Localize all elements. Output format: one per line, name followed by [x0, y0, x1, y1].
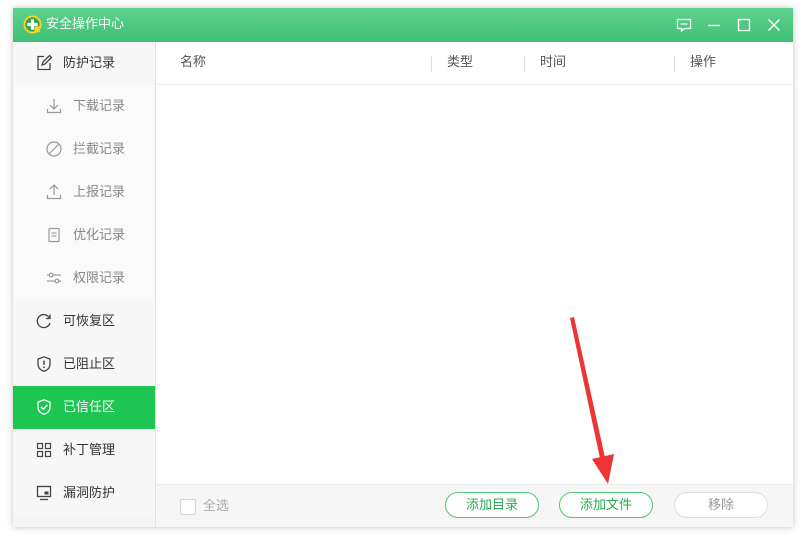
document-icon	[48, 227, 60, 243]
window-title: 安全操作中心	[46, 17, 125, 32]
close-icon[interactable]	[765, 16, 783, 34]
sidebar-item-label: 下载记录	[73, 99, 126, 114]
security-center-window: 安全操作中心 防护记录 下载记录 拦截记录 上报记录 优化记录 权限记录 可恢复…	[13, 8, 793, 527]
sidebar-item-vulnerability-protection[interactable]: 漏洞防护	[13, 472, 155, 515]
column-divider	[431, 56, 432, 72]
download-icon	[46, 99, 62, 114]
add-file-button[interactable]: 添加文件	[559, 492, 653, 518]
trusted-zone-panel: 名称 类型 时间 操作 全选 添加目录 添加文件 移除	[156, 42, 793, 527]
sliders-icon	[47, 272, 61, 284]
sidebar-item-label: 漏洞防护	[63, 486, 116, 501]
feedback-icon[interactable]	[675, 16, 693, 34]
sidebar-item-label: 上报记录	[73, 185, 126, 200]
sidebar-item-protection-records[interactable]: 防护记录	[13, 42, 155, 85]
sidebar-item-label: 防护记录	[63, 56, 116, 71]
table-header: 名称 类型 时间 操作	[156, 42, 793, 85]
select-all-checkbox[interactable]	[180, 499, 196, 515]
edit-icon	[37, 54, 53, 71]
app-logo-icon	[23, 15, 42, 34]
sidebar-item-label: 已信任区	[63, 400, 116, 415]
shield-alert-icon	[37, 356, 51, 372]
shield-check-icon	[37, 399, 51, 415]
grid-icon	[36, 442, 52, 458]
sidebar-item-optimize-records[interactable]: 优化记录	[13, 214, 155, 257]
maximize-icon[interactable]	[735, 16, 753, 34]
column-divider	[524, 56, 525, 72]
sidebar-item-label: 已阻止区	[63, 357, 116, 372]
title-bar[interactable]: 安全操作中心	[13, 8, 793, 42]
sidebar-item-patch-management[interactable]: 补丁管理	[13, 429, 155, 472]
sidebar-item-permission-records[interactable]: 权限记录	[13, 257, 155, 300]
minimize-icon[interactable]	[705, 16, 723, 34]
block-icon	[46, 141, 62, 157]
select-all-label: 全选	[203, 499, 230, 514]
sidebar-item-label: 可恢复区	[63, 314, 116, 329]
monitor-icon	[36, 485, 52, 501]
sidebar-item-label: 拦截记录	[73, 142, 126, 157]
sidebar-item-label: 优化记录	[73, 228, 126, 243]
column-header-name[interactable]: 名称	[180, 55, 206, 71]
restore-icon	[36, 313, 51, 329]
footer-bar: 全选 添加目录 添加文件 移除	[156, 484, 793, 527]
sidebar-item-trusted-zone[interactable]: 已信任区	[13, 386, 155, 429]
sidebar-nav: 防护记录 下载记录 拦截记录 上报记录 优化记录 权限记录 可恢复区 已阻止区 …	[13, 42, 156, 527]
column-header-type[interactable]: 类型	[447, 55, 473, 71]
sidebar-item-label: 补丁管理	[63, 443, 116, 458]
sidebar-item-recoverable-zone[interactable]: 可恢复区	[13, 300, 155, 343]
upload-icon	[46, 184, 62, 200]
sidebar-item-download-records[interactable]: 下载记录	[13, 85, 155, 128]
remove-button[interactable]: 移除	[674, 492, 768, 518]
sidebar-item-label: 权限记录	[73, 271, 126, 286]
sidebar-item-block-records[interactable]: 拦截记录	[13, 128, 155, 171]
column-header-action[interactable]: 操作	[690, 55, 716, 71]
sidebar-item-blocked-zone[interactable]: 已阻止区	[13, 343, 155, 386]
table-body	[156, 85, 793, 484]
sidebar-item-report-records[interactable]: 上报记录	[13, 171, 155, 214]
column-header-time[interactable]: 时间	[540, 55, 566, 71]
add-directory-button[interactable]: 添加目录	[445, 492, 539, 518]
column-divider	[674, 56, 675, 72]
